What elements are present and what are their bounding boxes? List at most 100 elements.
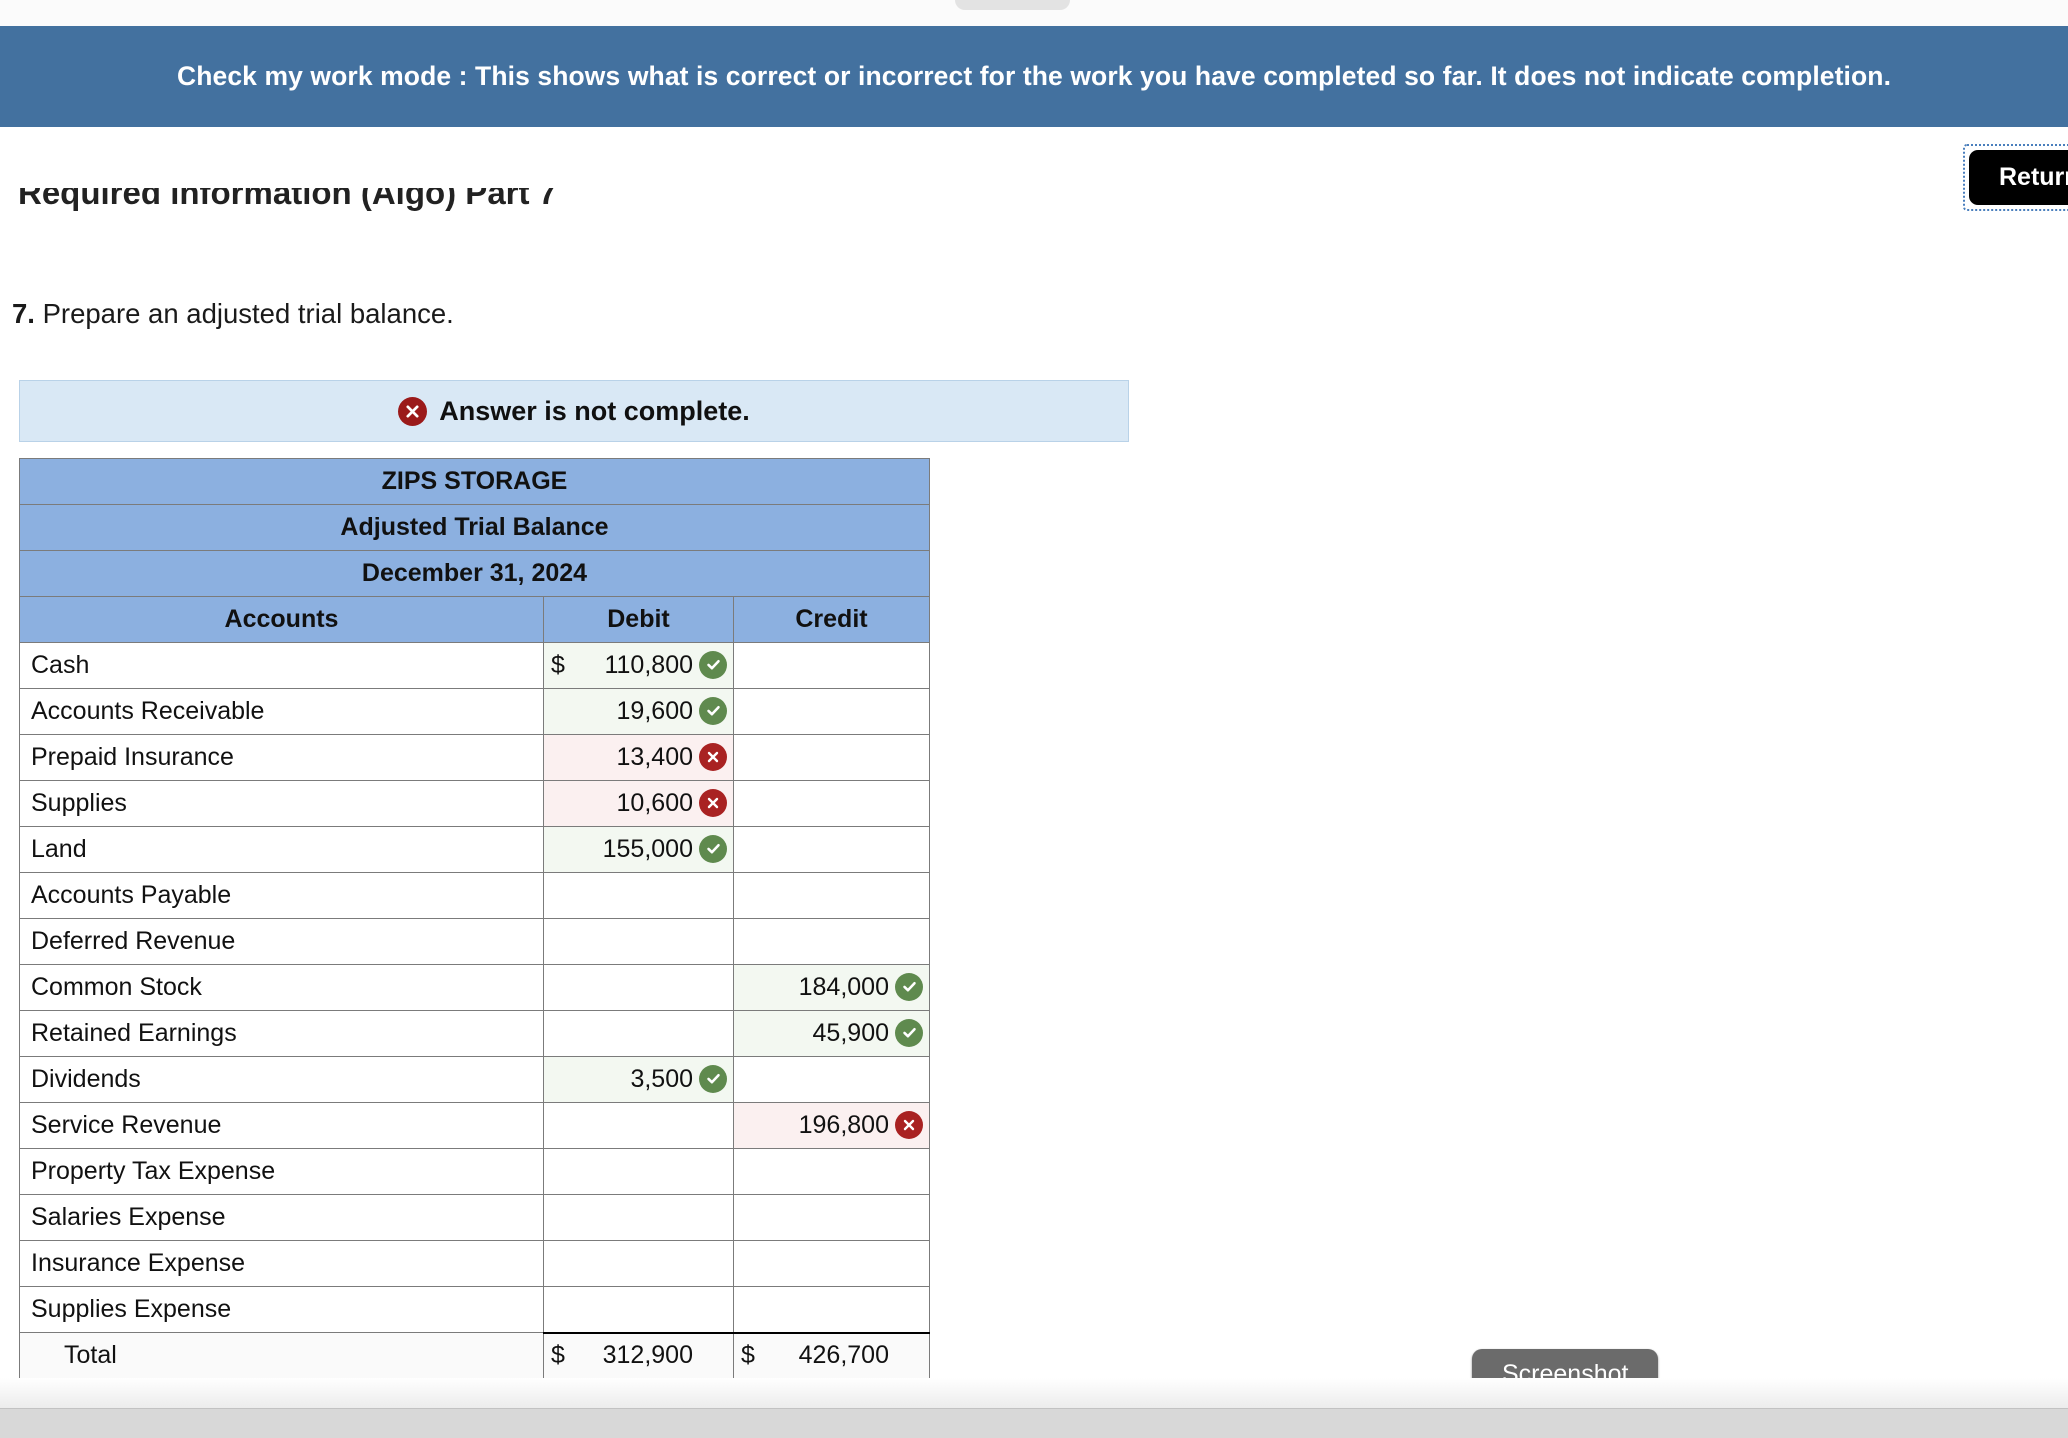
- account-name-cell[interactable]: Cash: [19, 642, 544, 689]
- account-name-cell[interactable]: Salaries Expense: [19, 1194, 544, 1241]
- account-name-cell[interactable]: Dividends: [19, 1056, 544, 1103]
- table-row: Insurance Expense: [19, 1240, 930, 1287]
- column-header-credit: Credit: [733, 596, 930, 643]
- return-button[interactable]: Return: [1969, 150, 2068, 205]
- table-row: Supplies 10,600: [19, 780, 930, 827]
- debit-value: 10,600: [616, 789, 693, 817]
- account-name-cell[interactable]: Property Tax Expense: [19, 1148, 544, 1195]
- account-name-cell[interactable]: Supplies: [19, 780, 544, 827]
- table-row: Property Tax Expense: [19, 1148, 930, 1195]
- debit-cell[interactable]: [543, 1148, 734, 1195]
- debit-cell[interactable]: [543, 1010, 734, 1057]
- statement-date-cell: December 31, 2024: [19, 550, 930, 597]
- debit-cell[interactable]: [543, 1240, 734, 1287]
- credit-cell[interactable]: [733, 1240, 930, 1287]
- credit-cell[interactable]: [733, 1286, 930, 1333]
- table-row: Cash $110,800: [19, 642, 930, 689]
- total-debit-cell: $312,900: [543, 1331, 734, 1381]
- x-circle-icon: [895, 1111, 923, 1139]
- table-row: Retained Earnings 45,900: [19, 1010, 930, 1057]
- table-total-row: Total $312,900 $426,700: [19, 1331, 930, 1381]
- question-text: Prepare an adjusted trial balance.: [42, 298, 454, 329]
- account-name-cell[interactable]: Accounts Payable: [19, 872, 544, 919]
- adjusted-trial-balance-table: ZIPS STORAGE Adjusted Trial Balance Dece…: [19, 458, 930, 1381]
- table-title-row-2: Adjusted Trial Balance: [19, 504, 930, 551]
- debit-cell[interactable]: 13,400: [543, 734, 734, 781]
- page-bottom-fade: [0, 1378, 2068, 1408]
- top-rounded-pill: [955, 0, 1070, 10]
- account-name-cell[interactable]: Accounts Receivable: [19, 688, 544, 735]
- debit-currency-symbol: $: [551, 651, 565, 679]
- x-circle-icon: [699, 789, 727, 817]
- page-root: Check my work mode : This shows what is …: [0, 0, 2068, 1438]
- account-name-cell[interactable]: Land: [19, 826, 544, 873]
- debit-value: 3,500: [630, 1065, 693, 1093]
- debit-value: 155,000: [602, 835, 693, 863]
- account-name-cell[interactable]: Common Stock: [19, 964, 544, 1011]
- debit-cell[interactable]: 3,500: [543, 1056, 734, 1103]
- total-credit-value: 426,700: [798, 1341, 889, 1369]
- credit-cell[interactable]: [733, 642, 930, 689]
- credit-cell[interactable]: [733, 688, 930, 735]
- table-row: Salaries Expense: [19, 1194, 930, 1241]
- credit-cell[interactable]: 184,000: [733, 964, 930, 1011]
- question-prompt: 7. Prepare an adjusted trial balance.: [12, 298, 454, 330]
- account-name-cell[interactable]: Insurance Expense: [19, 1240, 544, 1287]
- credit-cell[interactable]: [733, 918, 930, 965]
- column-header-accounts: Accounts: [19, 596, 544, 643]
- check-my-work-banner: Check my work mode : This shows what is …: [0, 26, 2068, 127]
- scrolled-off-heading: Required information (Algo) Part 7: [18, 188, 558, 211]
- credit-value: 184,000: [798, 973, 889, 1001]
- credit-cell[interactable]: 45,900: [733, 1010, 930, 1057]
- table-row: Service Revenue 196,800: [19, 1102, 930, 1149]
- x-circle-icon: [398, 396, 428, 426]
- account-name-cell[interactable]: Service Revenue: [19, 1102, 544, 1149]
- debit-cell[interactable]: [543, 1102, 734, 1149]
- debit-cell[interactable]: 19,600: [543, 688, 734, 735]
- page-bottom-bar: [0, 1408, 2068, 1438]
- credit-cell[interactable]: [733, 1194, 930, 1241]
- check-circle-icon: [699, 650, 727, 679]
- account-name-cell[interactable]: Deferred Revenue: [19, 918, 544, 965]
- debit-value: 110,800: [604, 651, 693, 679]
- credit-cell[interactable]: [733, 826, 930, 873]
- total-debit-currency-symbol: $: [551, 1341, 565, 1369]
- credit-cell[interactable]: [733, 872, 930, 919]
- table-column-header-row: Accounts Debit Credit: [19, 596, 930, 643]
- check-circle-icon: [699, 834, 727, 863]
- debit-cell[interactable]: $110,800: [543, 642, 734, 689]
- table-title-row-3: December 31, 2024: [19, 550, 930, 597]
- credit-cell[interactable]: [733, 1148, 930, 1195]
- total-label-cell: Total: [19, 1332, 544, 1380]
- debit-cell[interactable]: [543, 964, 734, 1011]
- return-button-focus-ring: Return: [1963, 144, 2068, 211]
- account-name-cell[interactable]: Supplies Expense: [19, 1286, 544, 1333]
- check-circle-icon: [699, 696, 727, 725]
- debit-cell[interactable]: 10,600: [543, 780, 734, 827]
- account-name-cell[interactable]: Prepaid Insurance: [19, 734, 544, 781]
- credit-cell[interactable]: 196,800: [733, 1102, 930, 1149]
- total-credit-cell: $426,700: [733, 1331, 930, 1381]
- debit-cell[interactable]: [543, 1286, 734, 1333]
- credit-cell[interactable]: [733, 780, 930, 827]
- column-header-debit: Debit: [543, 596, 734, 643]
- credit-cell[interactable]: [733, 734, 930, 781]
- table-row: Supplies Expense: [19, 1286, 930, 1333]
- credit-value: 196,800: [798, 1111, 889, 1139]
- table-row: Common Stock 184,000: [19, 964, 930, 1011]
- total-debit-value: 312,900: [602, 1341, 693, 1369]
- account-name-cell[interactable]: Retained Earnings: [19, 1010, 544, 1057]
- check-circle-icon: [895, 972, 923, 1001]
- debit-cell[interactable]: 155,000: [543, 826, 734, 873]
- browser-top-strip: [0, 0, 2068, 26]
- credit-value: 45,900: [812, 1019, 889, 1047]
- table-title-row-1: ZIPS STORAGE: [19, 458, 930, 505]
- credit-cell[interactable]: [733, 1056, 930, 1103]
- statement-name-cell: Adjusted Trial Balance: [19, 504, 930, 551]
- table-row: Accounts Payable: [19, 872, 930, 919]
- debit-cell[interactable]: [543, 918, 734, 965]
- debit-cell[interactable]: [543, 872, 734, 919]
- debit-cell[interactable]: [543, 1194, 734, 1241]
- check-circle-icon: [895, 1018, 923, 1047]
- debit-value: 19,600: [616, 697, 693, 725]
